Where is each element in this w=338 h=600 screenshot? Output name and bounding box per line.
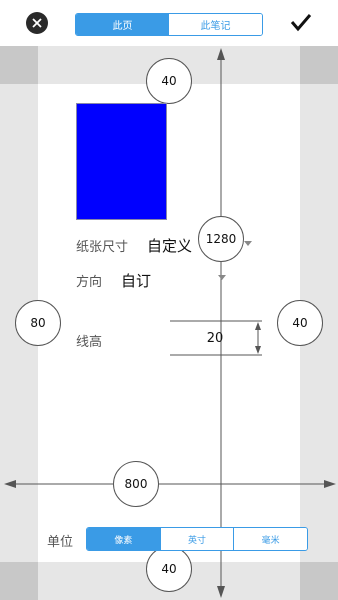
unit-option-inch[interactable]: 英寸 bbox=[159, 528, 234, 550]
orientation-label: 方向 bbox=[76, 275, 103, 290]
unit-selector: 像素 英寸 毫米 bbox=[86, 527, 308, 551]
paper-size-label: 纸张尺寸 bbox=[76, 240, 129, 255]
unit-label: 单位 bbox=[47, 535, 74, 550]
paper-preview bbox=[76, 103, 167, 220]
unit-option-mm[interactable]: 毫米 bbox=[233, 528, 307, 550]
paper-size-dropdown-icon[interactable] bbox=[244, 241, 252, 246]
orientation-value[interactable]: 自订 bbox=[121, 270, 151, 291]
unit-option-pixel[interactable]: 像素 bbox=[87, 528, 160, 550]
line-height-value[interactable]: 20 bbox=[200, 331, 230, 346]
paper-width-value[interactable]: 800 bbox=[113, 461, 159, 507]
paper-size-value[interactable]: 自定义 bbox=[147, 235, 192, 256]
paper-height-value[interactable]: 1280 bbox=[198, 216, 244, 262]
right-margin-value[interactable]: 40 bbox=[277, 300, 323, 346]
line-height-label: 线高 bbox=[76, 335, 103, 350]
bottom-margin-value[interactable]: 40 bbox=[146, 546, 192, 592]
orientation-dropdown-icon[interactable] bbox=[218, 275, 226, 280]
left-margin-value[interactable]: 80 bbox=[15, 300, 61, 346]
top-margin-value[interactable]: 40 bbox=[146, 58, 192, 104]
